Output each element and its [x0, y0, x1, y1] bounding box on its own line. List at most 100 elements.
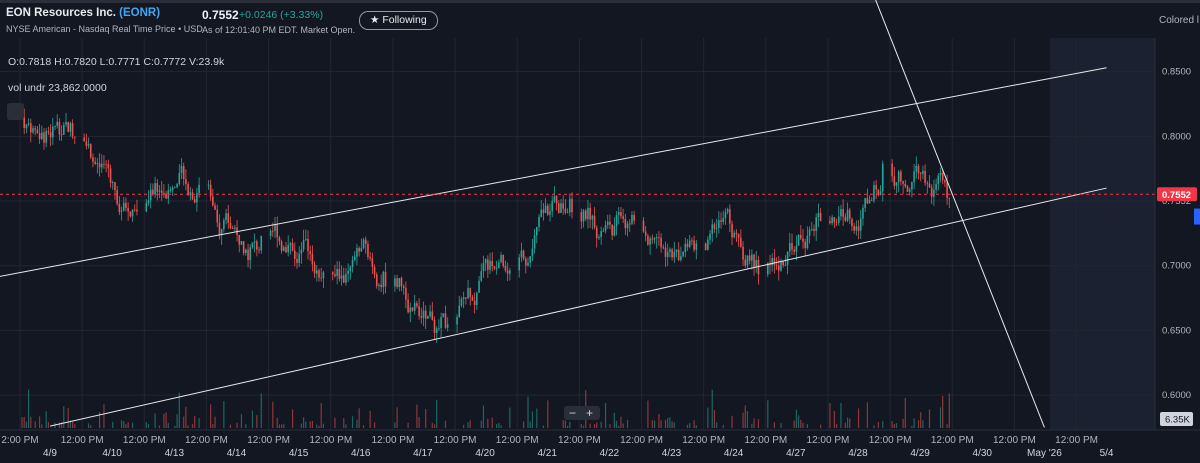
volume-bar [416, 404, 418, 428]
candle-body [846, 209, 849, 221]
candle-body [49, 132, 52, 138]
candle-body [402, 286, 405, 288]
candle-body [755, 259, 758, 267]
candle-body [686, 243, 689, 247]
price-axis[interactable]: 0.85000.80000.75520.70000.65000.60000.75… [1154, 38, 1200, 430]
candle-body [642, 220, 645, 232]
candle-body [435, 328, 438, 333]
candle-body [609, 221, 611, 225]
candle-body [748, 255, 751, 261]
zoom-out-button[interactable]: − [564, 406, 581, 420]
date-label: 5/4 [1100, 448, 1114, 459]
candle-body [693, 240, 695, 250]
trend-line[interactable] [49, 187, 1107, 427]
candle-body [127, 208, 129, 212]
volume-bar [946, 424, 948, 428]
candle-body [551, 201, 553, 212]
date-label: 4/16 [351, 448, 371, 459]
candle-body [604, 225, 607, 231]
volume-bar [236, 422, 238, 428]
candle-body [915, 165, 918, 172]
candle-body [840, 209, 842, 217]
volume-bar [567, 425, 569, 428]
volume-bar [21, 417, 23, 428]
candle-body [382, 271, 385, 288]
candle-body [948, 197, 951, 199]
candle-body [793, 249, 795, 252]
price-chart[interactable]: 0.85000.80000.75520.70000.65000.60000.75… [0, 0, 1200, 463]
volume-bar [28, 389, 30, 428]
candle-body [340, 275, 343, 279]
candle-body [595, 227, 598, 239]
candle-body [939, 172, 942, 176]
candle-body [482, 263, 485, 272]
volume-bar [158, 425, 161, 428]
candle-body [460, 298, 463, 306]
candle-body [591, 215, 594, 220]
trend-line[interactable] [858, 0, 1045, 428]
volume-bar [833, 410, 835, 428]
candle-body [778, 265, 780, 271]
candle-body [815, 217, 817, 232]
volume-bar [795, 409, 797, 428]
candle-body [742, 246, 744, 260]
candle-body [900, 171, 902, 182]
candle-body [476, 292, 478, 305]
time-axis[interactable]: 2:00 PM 12:00 PM 12:00 PM 12:00 PM 12:00 PM 1… [0, 429, 1200, 459]
volume-bar [618, 425, 620, 428]
volume-bar [145, 422, 147, 428]
volume-bar [305, 421, 307, 428]
candle-body [398, 278, 401, 287]
volume-bar [292, 409, 294, 428]
volume-bar [716, 422, 718, 428]
candle-body [131, 209, 134, 217]
candle-body [360, 248, 363, 252]
candle-body [154, 183, 156, 195]
volume-bar [609, 423, 611, 428]
candle-body [433, 319, 436, 333]
scroll-marker[interactable] [1194, 208, 1200, 225]
candle-body [427, 316, 429, 319]
price-tick-label: 0.8500 [1162, 67, 1191, 78]
candle-body [558, 203, 560, 213]
candle-body [502, 255, 505, 266]
candle-body [713, 224, 716, 229]
volume-bar [120, 420, 123, 428]
candle-body [375, 274, 378, 286]
candle-body [413, 303, 416, 311]
zoom-in-button[interactable]: + [581, 406, 598, 420]
volume-bar [469, 420, 471, 428]
volume-bar [580, 423, 582, 428]
date-label: 4/30 [973, 448, 993, 459]
candle-body [92, 157, 94, 162]
time-tick-label: 12:00 PM [247, 435, 290, 446]
volume-max-label: 6.35K [1165, 415, 1190, 426]
volume-bar [394, 422, 396, 428]
volume-bar [281, 424, 283, 428]
volume-bar [751, 423, 753, 428]
candle-body [562, 203, 564, 209]
volume-bar [191, 424, 194, 428]
candle-body [800, 234, 802, 239]
candle-body [922, 170, 924, 174]
candle-body [47, 131, 50, 133]
candle-body [811, 228, 813, 230]
collapse-legend-button[interactable] [7, 103, 24, 120]
candle-body [518, 257, 520, 271]
volume-bar [902, 418, 904, 428]
volume-bar [689, 423, 691, 428]
candle-body [786, 251, 789, 265]
candle-body [364, 239, 367, 244]
candle-body [784, 264, 787, 266]
candle-body [358, 248, 360, 252]
volume-bar [463, 424, 465, 428]
candle-body [531, 248, 534, 257]
candle-body [587, 207, 589, 220]
candle-body [251, 242, 254, 248]
candle-body [136, 209, 138, 212]
candle-body [695, 243, 698, 250]
candle-body [56, 121, 58, 126]
volume-bar [615, 420, 618, 428]
volume-bar [322, 423, 324, 428]
candle-body [371, 258, 374, 267]
